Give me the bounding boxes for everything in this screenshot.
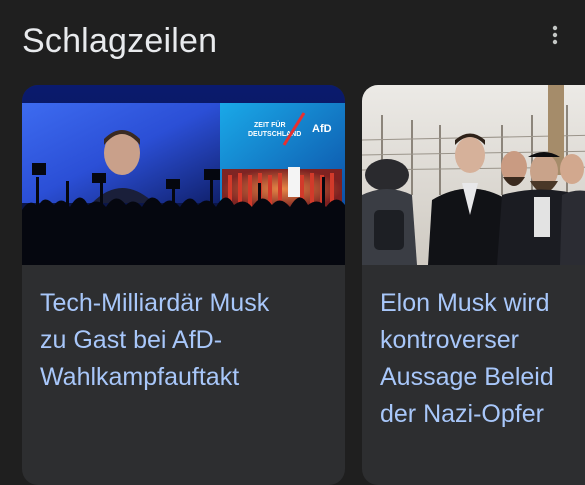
more-vert-icon	[552, 25, 558, 45]
group-photo	[362, 85, 585, 265]
news-card-musk-nazi-victims[interactable]: Elon Musk wird kontroverser Aussage Bele…	[362, 85, 585, 485]
rally-photo: ZEIT FÜR DEUTSCHLAND AfD	[22, 85, 345, 265]
banner-text-1: ZEIT FÜR	[254, 120, 286, 129]
news-card-image[interactable]	[362, 85, 585, 265]
section-title: Schlagzeilen	[22, 22, 218, 60]
news-card-image[interactable]: ZEIT FÜR DEUTSCHLAND AfD	[22, 85, 345, 265]
news-headline[interactable]: Tech-Milliardär Musk zu Gast bei AfD- Wa…	[40, 285, 335, 396]
more-options-button[interactable]	[540, 20, 570, 50]
news-card-musk-afd[interactable]: ZEIT FÜR DEUTSCHLAND AfD Tech-Milliardär…	[22, 85, 345, 485]
news-headline[interactable]: Elon Musk wird kontroverser Aussage Bele…	[380, 285, 554, 433]
banner-logo: AfD	[312, 123, 332, 135]
